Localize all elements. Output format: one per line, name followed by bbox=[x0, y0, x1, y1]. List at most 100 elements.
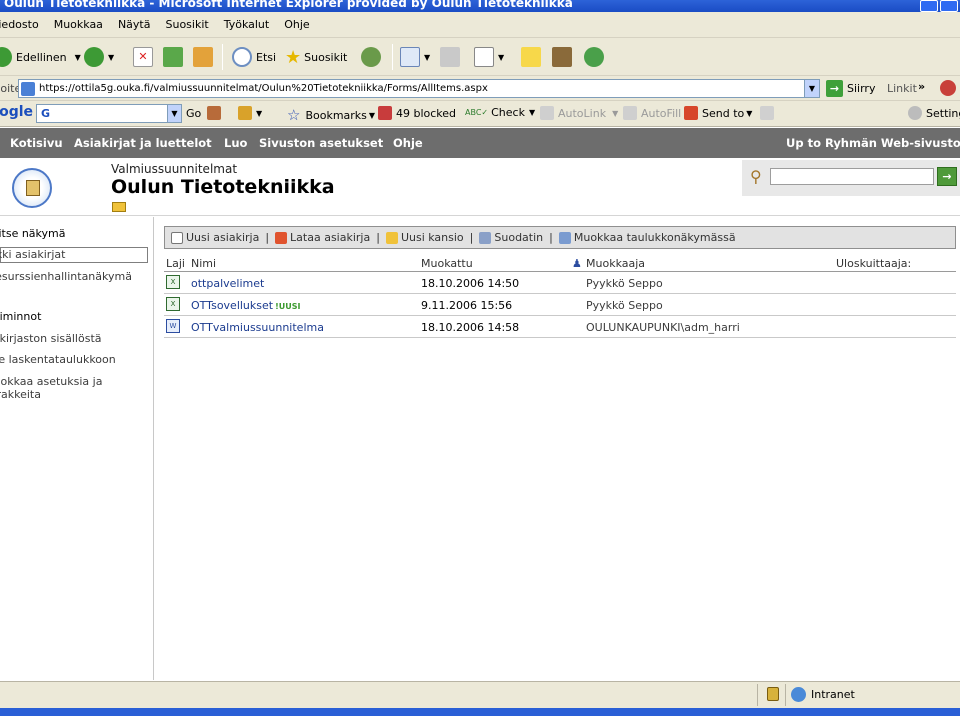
autolink-button[interactable]: AutoLink ▼ bbox=[540, 106, 618, 120]
menu-favorites[interactable]: Suosikit bbox=[165, 18, 208, 31]
menu-bar: Tiedosto Muokkaa Näytä Suosikit Työkalut… bbox=[0, 12, 960, 38]
new-folder-button[interactable]: Uusi kansio bbox=[385, 231, 464, 244]
nav-home[interactable]: Kotisivu bbox=[10, 136, 63, 150]
modified-by[interactable]: Pyykkö Seppo bbox=[586, 277, 663, 290]
search-go-button[interactable]: → bbox=[937, 167, 957, 186]
sendto-button[interactable]: Send to ▼ bbox=[684, 106, 752, 120]
chevron-down-icon[interactable]: ▼ bbox=[167, 104, 182, 123]
document-name[interactable]: ottpalvelimet bbox=[191, 277, 264, 290]
search-button[interactable]: Etsi bbox=[232, 46, 276, 68]
new-document-button[interactable]: Uusi asiakirja bbox=[171, 231, 259, 244]
refresh-button[interactable] bbox=[163, 46, 187, 68]
action-modify-settings[interactable]: Muokkaa asetuksia ja bbox=[0, 375, 102, 388]
new-badge: !UUSI bbox=[275, 302, 301, 311]
links-label[interactable]: Linkit bbox=[887, 82, 917, 95]
google-go-button[interactable]: Go bbox=[186, 106, 225, 120]
modified-by[interactable]: OULUNKAUPUNKI\adm_harri bbox=[586, 321, 740, 334]
table-row[interactable]: X ottpalvelimet 18.10.2006 14:50 Pyykkö … bbox=[164, 272, 956, 294]
datasheet-label: Muokkaa taulukkonäkymässä bbox=[573, 231, 736, 244]
column-modified-by[interactable]: Muokkaaja bbox=[586, 257, 645, 270]
menu-help[interactable]: Ohje bbox=[284, 18, 309, 31]
mail-button[interactable]: ▼ bbox=[400, 46, 430, 68]
pencil-button[interactable] bbox=[760, 106, 778, 120]
research-button[interactable] bbox=[552, 46, 576, 68]
home-button[interactable] bbox=[193, 46, 217, 68]
home-icon bbox=[193, 47, 213, 67]
modified-date: 18.10.2006 14:58 bbox=[421, 321, 520, 334]
status-divider bbox=[785, 684, 786, 706]
discuss-button[interactable] bbox=[521, 46, 545, 68]
modified-by[interactable]: Pyykkö Seppo bbox=[586, 299, 663, 312]
menu-tools[interactable]: Työkalut bbox=[224, 18, 270, 31]
history-button[interactable] bbox=[361, 46, 385, 68]
minimize-button[interactable] bbox=[920, 0, 938, 12]
google-toolbar: Google G ▼ Go ▼ ☆ Bookmarks ▼ 49 blocked… bbox=[0, 101, 960, 127]
menu-file[interactable]: Tiedosto bbox=[0, 18, 39, 31]
filter-button[interactable]: Suodatin bbox=[479, 231, 543, 244]
chevron-down-icon[interactable]: ▼ bbox=[804, 80, 819, 97]
upload-document-button[interactable]: Lataa asiakirja bbox=[275, 231, 370, 244]
search-icon: ⚲ bbox=[750, 167, 762, 186]
highlight-button[interactable]: ▼ bbox=[238, 106, 262, 120]
nav-documents-lists[interactable]: Asiakirjat ja luettelot bbox=[74, 136, 212, 150]
spellcheck-button[interactable]: ABC✓ Check ▼ bbox=[465, 106, 535, 119]
maximize-button[interactable] bbox=[940, 0, 958, 12]
nav-up-to-parent[interactable]: Up to Ryhmän Web-sivusto bbox=[786, 136, 960, 150]
autofill-button[interactable]: AutoFill bbox=[623, 106, 681, 120]
forward-button[interactable]: ▼ bbox=[84, 46, 114, 68]
go-button[interactable]: → Siirry bbox=[826, 80, 875, 97]
google-search-input[interactable]: G ▼ bbox=[36, 104, 182, 123]
action-modify-columns[interactable]: sarakkeita bbox=[0, 388, 41, 401]
google-search-value: G bbox=[41, 107, 51, 120]
view-all-documents[interactable]: Kaikki asiakirjat bbox=[0, 247, 148, 263]
autolink-label: AutoLink bbox=[558, 106, 607, 120]
menu-edit[interactable]: Muokkaa bbox=[54, 18, 103, 31]
bookmarks-button[interactable]: ☆ Bookmarks ▼ bbox=[287, 106, 375, 124]
address-url: https://ottila5g.ouka.fi/valmiussuunnite… bbox=[39, 83, 488, 94]
back-button[interactable]: Edellinen ▼ bbox=[0, 46, 81, 68]
column-name[interactable]: Nimi bbox=[191, 257, 216, 270]
favorites-label: Suosikit bbox=[304, 50, 348, 64]
chevron-down-icon: ▼ bbox=[528, 108, 536, 117]
nav-create[interactable]: Luo bbox=[224, 136, 247, 150]
folder-icon bbox=[385, 231, 398, 244]
nav-site-settings[interactable]: Sivuston asetukset bbox=[259, 136, 383, 150]
site-subtitle[interactable]: Valmiussuunnitelmat bbox=[111, 162, 237, 176]
site-search-input[interactable] bbox=[770, 168, 934, 185]
settings-button[interactable]: Settings bbox=[908, 106, 960, 120]
addon-icon[interactable] bbox=[940, 80, 956, 96]
edit-button[interactable]: ▼ bbox=[474, 46, 504, 68]
table-row[interactable]: W OTTvalmiussuunnitelma 18.10.2006 14:58… bbox=[164, 316, 956, 338]
favorites-button[interactable]: ★ Suosikit bbox=[285, 46, 347, 68]
column-checked-out[interactable]: Uloskuittaaja: bbox=[836, 257, 911, 270]
datasheet-view-button[interactable]: Muokkaa taulukkonäkymässä bbox=[558, 231, 736, 244]
view-explorer[interactable]: Resurssienhallintanäkymä bbox=[0, 270, 132, 283]
window-title: Oulun Tietotekniikka - Microsoft Interne… bbox=[4, 0, 573, 10]
autofill-label: AutoFill bbox=[641, 106, 682, 120]
folder-icon[interactable] bbox=[112, 202, 126, 212]
search-label: Etsi bbox=[256, 50, 277, 64]
print-button[interactable] bbox=[440, 46, 464, 68]
document-name[interactable]: OTTvalmiussuunnitelma bbox=[191, 321, 324, 334]
menu-view[interactable]: Näytä bbox=[118, 18, 151, 31]
table-row[interactable]: X OTTsovellukset !UUSI 9.11.2006 15:56 Py… bbox=[164, 294, 956, 316]
nav-help[interactable]: Ohje bbox=[393, 136, 423, 150]
library-toolbar: Uusi asiakirja | Lataa asiakirja | Uusi … bbox=[164, 226, 956, 249]
action-alert[interactable]: Hälytys kirjaston sisällöstä bbox=[0, 332, 102, 345]
security-zone[interactable]: Intranet bbox=[791, 687, 855, 702]
stop-button[interactable]: ✕ bbox=[133, 46, 157, 68]
new-document-label: Uusi asiakirja bbox=[186, 231, 260, 244]
actions-heading: Toiminnot bbox=[0, 310, 42, 323]
column-type[interactable]: Laji bbox=[166, 257, 185, 270]
settings-label: Settings bbox=[926, 106, 960, 120]
address-input[interactable]: https://ottila5g.ouka.fi/valmiussuunnite… bbox=[18, 79, 820, 98]
popup-blocker-button[interactable]: 49 blocked bbox=[378, 106, 456, 120]
column-modified[interactable]: Muokattu bbox=[421, 257, 473, 270]
google-logo: Google bbox=[0, 104, 34, 120]
chevron-down-icon: ▼ bbox=[746, 108, 753, 118]
chevron-right-icon[interactable]: » bbox=[918, 80, 925, 93]
sendto-label: Send to bbox=[702, 106, 745, 120]
action-export-spreadsheet[interactable]: Vie laskentataulukkoon bbox=[0, 353, 116, 366]
document-name[interactable]: OTTsovellukset bbox=[191, 299, 273, 312]
messenger-button[interactable] bbox=[584, 46, 608, 68]
